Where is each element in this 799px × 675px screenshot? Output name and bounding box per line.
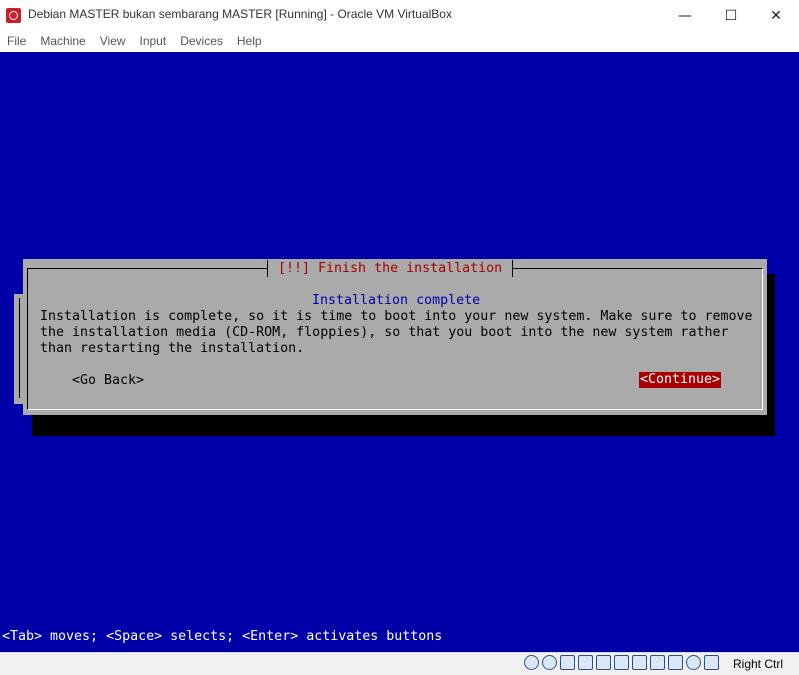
display-icon[interactable] <box>632 655 647 670</box>
network-icon[interactable] <box>578 655 593 670</box>
window-title: Debian MASTER bukan sembarang MASTER [Ru… <box>28 7 452 21</box>
maximize-button[interactable]: ☐ <box>708 0 754 31</box>
shared-folders-icon[interactable] <box>614 655 629 670</box>
menu-devices[interactable]: Devices <box>173 31 230 52</box>
menu-view[interactable]: View <box>93 31 133 52</box>
mouse-integration-icon[interactable] <box>686 655 701 670</box>
vm-screen[interactable]: [!!] Finish the installation Installatio… <box>0 52 799 652</box>
menu-machine[interactable]: Machine <box>33 31 92 52</box>
installation-message: Installation is complete, so it is time … <box>40 309 753 356</box>
dialog-title: [!!] Finish the installation <box>267 260 514 277</box>
menu-file[interactable]: File <box>0 31 33 52</box>
menu-input[interactable]: Input <box>133 31 174 52</box>
installation-complete-heading: Installation complete <box>312 293 481 308</box>
usb-icon[interactable] <box>596 655 611 670</box>
menu-help[interactable]: Help <box>230 31 269 52</box>
host-key-label: Right Ctrl <box>733 657 784 671</box>
hard-disk-icon[interactable] <box>524 655 539 670</box>
virtualbox-app-icon <box>6 8 21 23</box>
video-capture-icon[interactable] <box>650 655 665 670</box>
minimize-button[interactable]: — <box>662 0 708 31</box>
finish-installation-dialog: [!!] Finish the installation Installatio… <box>23 259 767 415</box>
continue-button[interactable]: <Continue> <box>639 372 722 388</box>
menu-bar: File Machine View Input Devices Help <box>0 31 799 52</box>
keyboard-help-line: <Tab> moves; <Space> selects; <Enter> ac… <box>2 629 443 644</box>
title-bar: Debian MASTER bukan sembarang MASTER [Ru… <box>0 0 799 31</box>
keyboard-icon[interactable] <box>704 655 719 670</box>
audio-icon[interactable] <box>560 655 575 670</box>
go-back-button[interactable]: <Go Back> <box>72 373 144 389</box>
close-button[interactable]: ✕ <box>753 0 799 31</box>
device-status-icons <box>524 655 719 670</box>
cpu-icon[interactable] <box>668 655 683 670</box>
status-bar: Right Ctrl <box>0 652 799 675</box>
optical-drive-icon[interactable] <box>542 655 557 670</box>
